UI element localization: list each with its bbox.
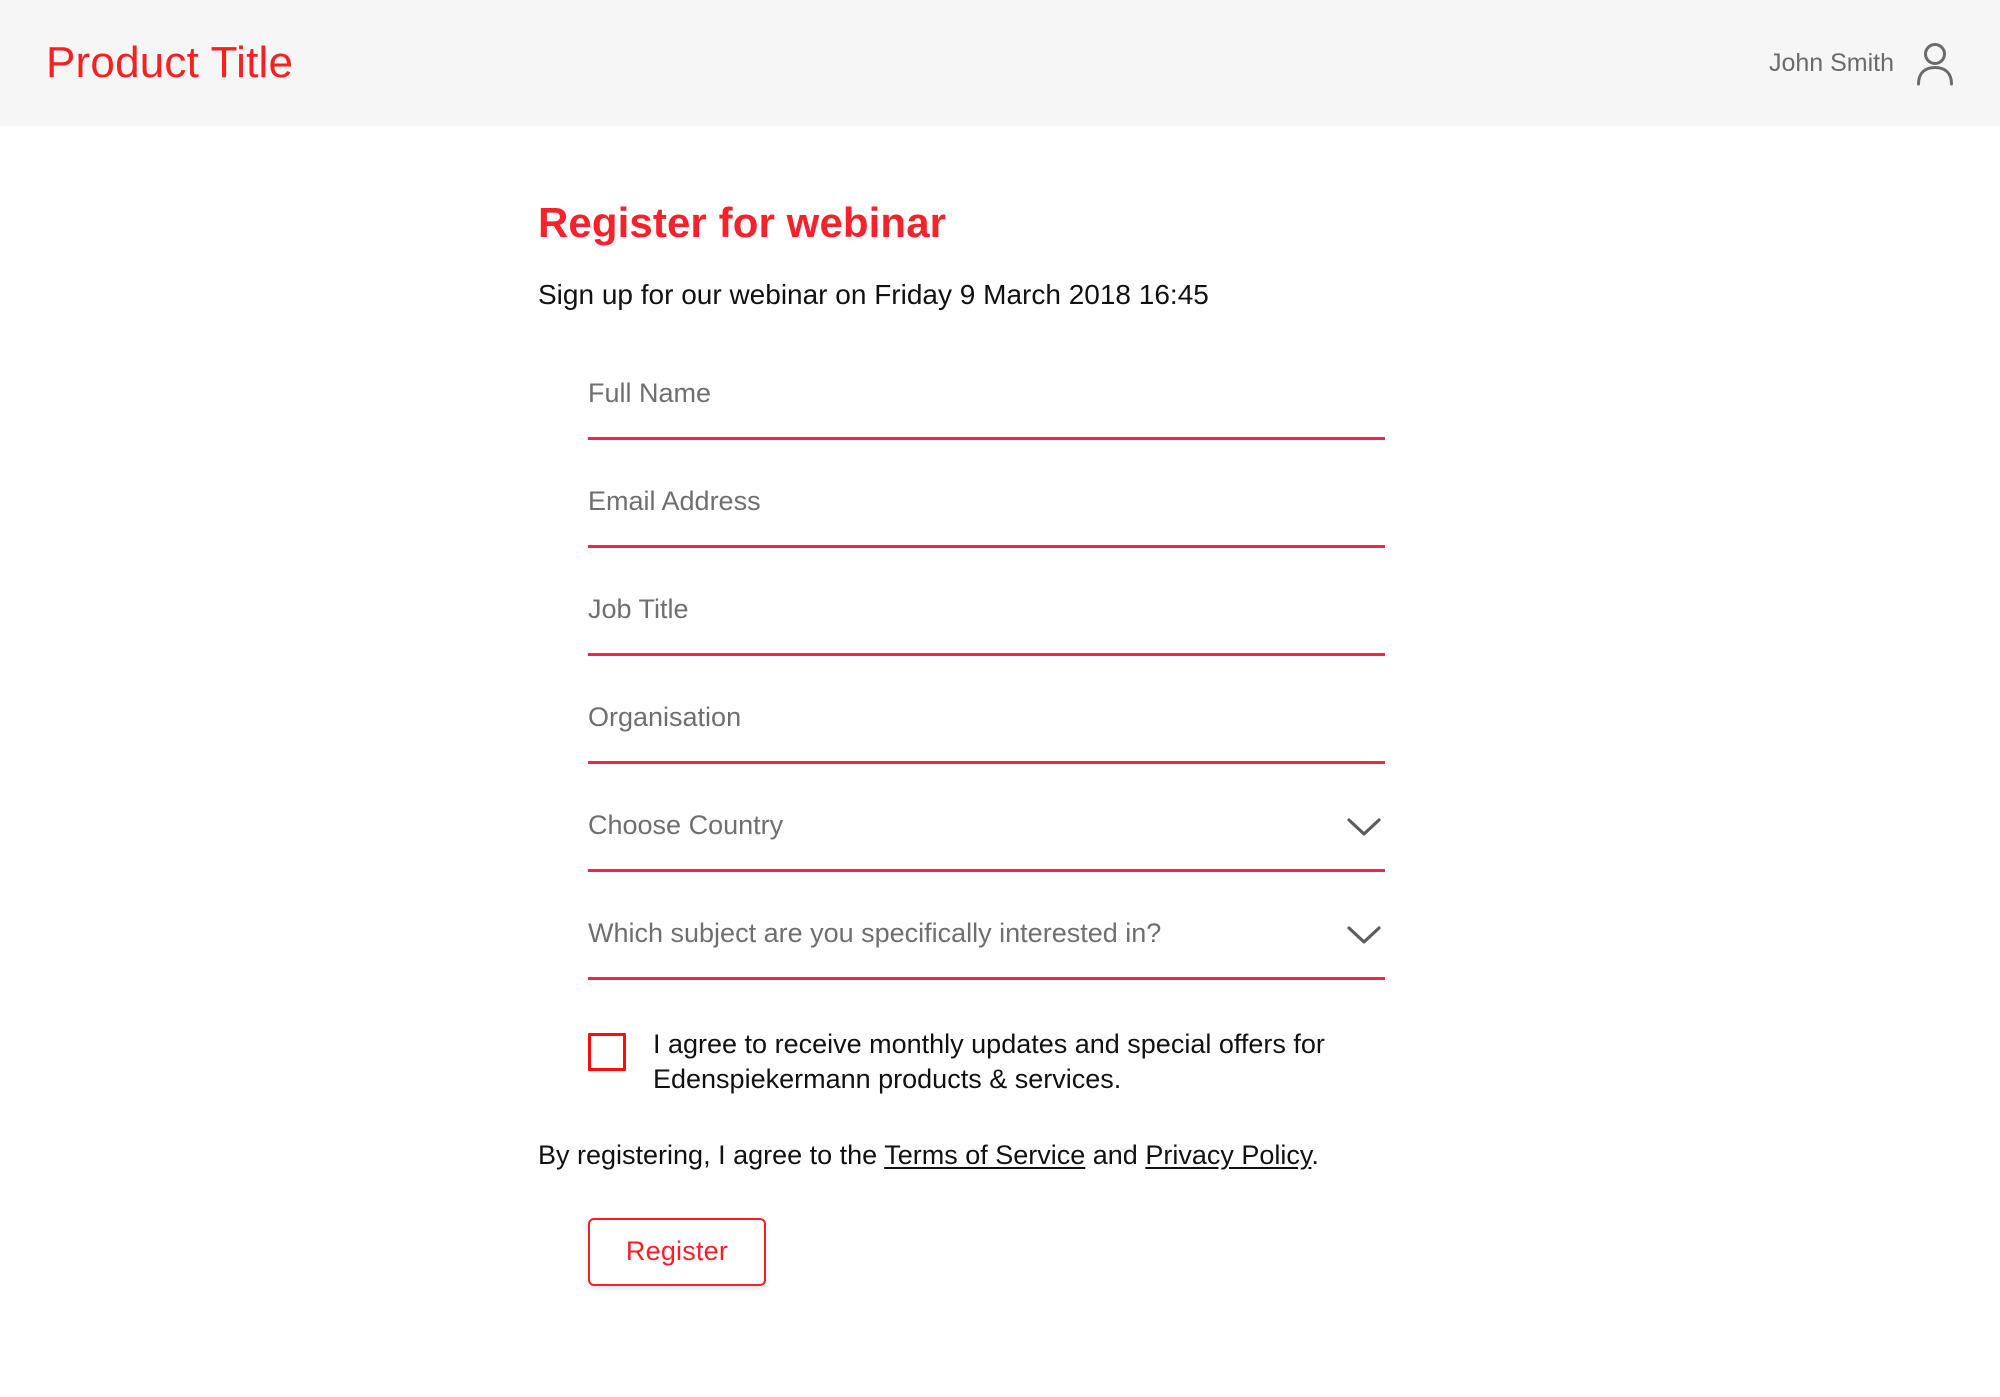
page-title: Register for webinar [538, 199, 947, 246]
select-country[interactable]: Choose Country [588, 788, 1385, 873]
avatar[interactable] [1912, 40, 1958, 86]
register-button[interactable]: Register [588, 1217, 766, 1286]
registration-form: Full Name Email Address Job Title Organi… [588, 356, 1385, 1096]
chevron-down-icon[interactable] [1347, 817, 1381, 837]
terms-middle: and [1085, 1140, 1146, 1171]
job-title-placeholder: Job Title [588, 594, 689, 625]
privacy-policy-link[interactable]: Privacy Policy [1145, 1140, 1311, 1170]
organisation-placeholder: Organisation [588, 702, 742, 733]
terms-paragraph: By registering, I agree to the Terms of … [538, 1138, 1368, 1173]
consent-row[interactable]: I agree to receive monthly updates and s… [588, 1027, 1385, 1096]
marketing-consent-checkbox[interactable] [588, 1033, 626, 1072]
field-job-title[interactable]: Job Title [588, 572, 1385, 657]
registration-panel: Register for webinar Sign up for our web… [538, 199, 1438, 1286]
app-header: Product Title John Smith [0, 0, 2000, 126]
user-account-area[interactable]: John Smith [1769, 40, 1958, 86]
select-subject[interactable]: Which subject are you specifically inter… [588, 896, 1385, 981]
terms-suffix: . [1311, 1140, 1319, 1171]
field-organisation[interactable]: Organisation [588, 680, 1385, 765]
field-full-name[interactable]: Full Name [588, 356, 1385, 441]
email-placeholder: Email Address [588, 486, 761, 517]
chevron-down-icon[interactable] [1347, 925, 1381, 945]
terms-prefix: By registering, I agree to the [538, 1140, 885, 1171]
marketing-consent-label[interactable]: I agree to receive monthly updates and s… [653, 1027, 1353, 1096]
page-body: Register for webinar Sign up for our web… [0, 126, 2000, 1397]
user-name-label: John Smith [1768, 48, 1894, 77]
subject-placeholder: Which subject are you specifically inter… [588, 918, 1162, 949]
user-person-icon [1917, 43, 1953, 86]
terms-of-service-link[interactable]: Terms of Service [884, 1140, 1085, 1170]
product-title: Product Title [46, 38, 294, 87]
country-placeholder: Choose Country [588, 810, 784, 841]
field-email-address[interactable]: Email Address [588, 464, 1385, 549]
full-name-placeholder: Full Name [588, 378, 712, 409]
webinar-subtitle: Sign up for our webinar on Friday 9 Marc… [538, 279, 1209, 311]
